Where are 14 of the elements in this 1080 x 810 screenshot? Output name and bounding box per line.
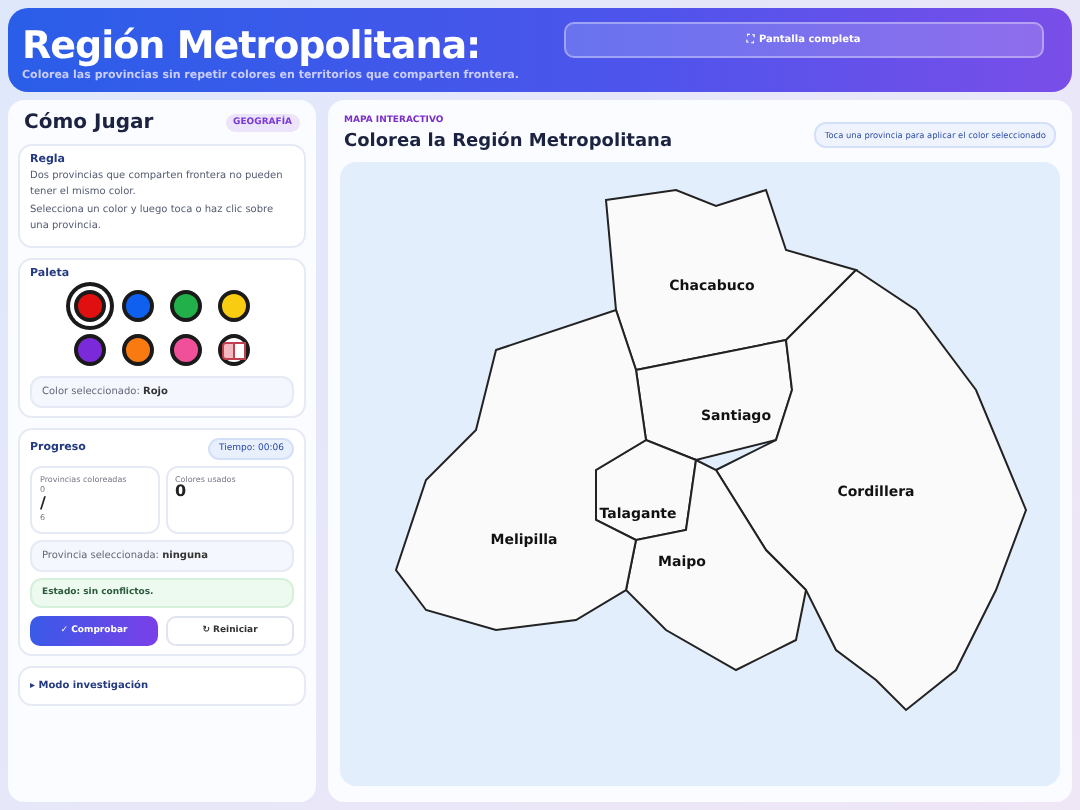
stat-value: / bbox=[40, 496, 48, 512]
color-swatch[interactable] bbox=[74, 334, 106, 366]
stat-value: 0 bbox=[175, 484, 189, 500]
color-swatch[interactable] bbox=[170, 334, 202, 366]
sidebar-title: Cómo Jugar bbox=[24, 112, 154, 134]
color-swatch[interactable] bbox=[170, 290, 202, 322]
page-title: Región Metropolitana: bbox=[22, 22, 483, 69]
color-swatch[interactable] bbox=[122, 334, 154, 366]
eraser-icon bbox=[222, 341, 246, 359]
eraser-swatch[interactable] bbox=[218, 334, 250, 366]
province-shape[interactable] bbox=[634, 338, 793, 462]
map-title: Colorea la Región Metropolitana bbox=[344, 132, 673, 152]
color-swatch[interactable] bbox=[122, 290, 154, 322]
color-swatch[interactable] bbox=[218, 290, 250, 322]
